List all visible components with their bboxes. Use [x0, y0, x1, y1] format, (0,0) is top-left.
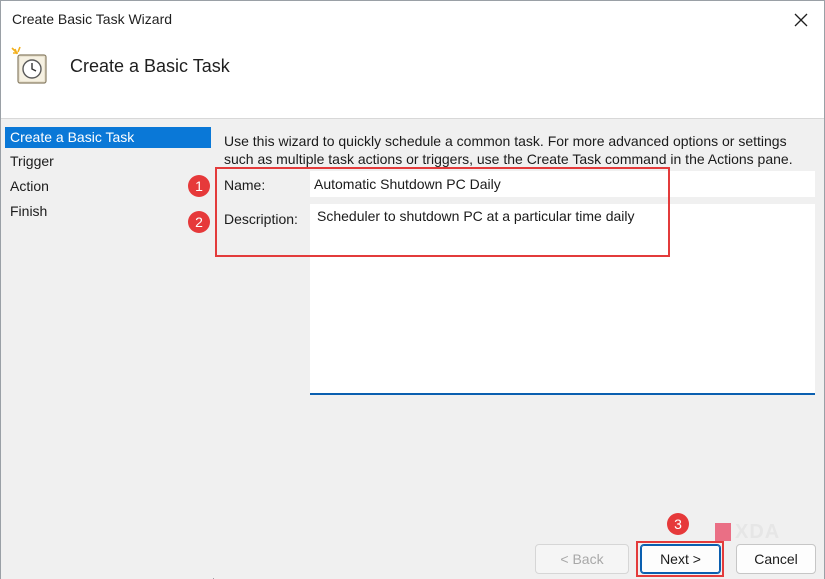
window-title: Create Basic Task Wizard — [12, 11, 173, 27]
name-field[interactable]: Automatic Shutdown PC Daily — [310, 171, 815, 197]
task-clock-icon — [11, 46, 47, 84]
intro-line-2: such as multiple task actions or trigger… — [224, 151, 793, 167]
wizard-window: Create Basic Task Wizard Create a Basic … — [0, 0, 825, 579]
close-icon — [794, 13, 808, 27]
intro-text: Use this wizard to quickly schedule a co… — [224, 132, 814, 168]
cancel-button[interactable]: Cancel — [736, 544, 816, 574]
next-button[interactable]: Next > — [640, 544, 721, 574]
annotation-badge-1: 1 — [188, 175, 210, 197]
page-title: Create a Basic Task — [70, 56, 230, 76]
title-bar: Create Basic Task Wizard — [1, 1, 824, 39]
wizard-steps: Create a Basic Task Trigger Action Finis… — [1, 120, 213, 579]
close-button[interactable] — [778, 1, 824, 39]
step-create-basic-task[interactable]: Create a Basic Task — [5, 127, 211, 148]
step-trigger[interactable]: Trigger — [5, 151, 211, 172]
name-label: Name: — [224, 177, 266, 193]
intro-line-1: Use this wizard to quickly schedule a co… — [224, 133, 787, 149]
annotation-badge-3: 3 — [667, 513, 689, 535]
description-label: Description: — [224, 211, 298, 227]
wizard-header: Create a Basic Task — [1, 39, 824, 119]
annotation-badge-2: 2 — [188, 211, 210, 233]
step-action[interactable]: Action — [5, 176, 211, 197]
description-field[interactable]: Scheduler to shutdown PC at a particular… — [310, 204, 815, 395]
step-finish[interactable]: Finish — [5, 201, 211, 222]
wizard-content: Use this wizard to quickly schedule a co… — [214, 120, 824, 579]
back-button[interactable]: < Back — [535, 544, 629, 574]
